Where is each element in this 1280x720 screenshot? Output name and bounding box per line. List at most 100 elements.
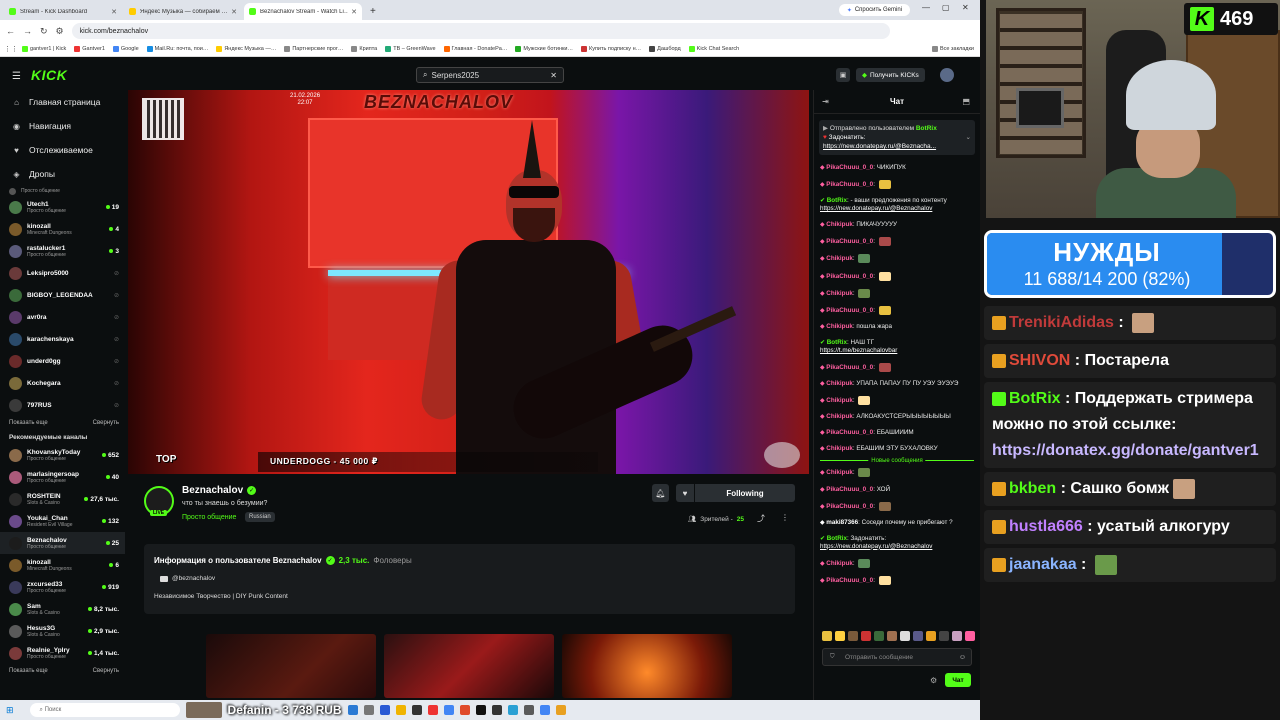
get-kicks-button[interactable]: ◆ Получить KICKs [856,68,925,82]
back-icon[interactable]: ← [6,26,15,36]
telegram-icon[interactable] [507,705,518,715]
chat-username[interactable]: Chikipuk [826,256,853,263]
pinned-link[interactable]: https://new.donatepay.ru/@Beznacha... [823,142,971,151]
chat-username[interactable]: PikaChuuu_0_0 [826,238,873,245]
channel-item[interactable]: Leksipro5000 ⊘ [0,262,125,284]
taskbar-search[interactable]: ⌕ Поиск [29,703,180,717]
emote-icon[interactable] [952,631,962,641]
nav-item[interactable]: ◈ Дропы [0,162,125,186]
chat-username[interactable]: PikaChuuu_0_0 [826,164,873,171]
emote-icon[interactable] [939,631,949,641]
app-icon[interactable] [379,705,390,715]
channel-panel-image[interactable] [206,634,376,698]
chat-username[interactable]: PikaChuuu_0_0 [826,273,873,280]
edge-icon[interactable] [347,705,358,715]
channel-item[interactable]: underd0gg ⊘ [0,350,125,372]
channel-panel-image[interactable] [384,634,554,698]
chat-username[interactable]: Chikipuk [826,221,853,228]
stream-category[interactable]: Просто общение [182,514,236,521]
chat-input[interactable]: ⛉ Отправить сообщение ☺ [822,648,972,666]
bookmark[interactable]: Главная - DonatePa… [443,46,507,52]
channel-item[interactable]: 797RUS ⊘ [0,394,125,416]
show-more-link[interactable]: Показать еще [9,420,48,426]
chat-username[interactable]: Chikipuk [826,323,853,330]
app-icon[interactable] [427,705,438,715]
app-icon[interactable] [475,705,486,715]
channel-item[interactable]: Hesus3G Slots & Casino 2,9 тыс. [0,620,125,642]
chrome-icon[interactable] [539,705,550,715]
youtube-link[interactable]: @beznachalov [160,575,215,582]
chat-send-button[interactable]: Чат [945,673,971,687]
bookmark-folder[interactable]: Партнерские прог… [284,46,343,52]
chat-username[interactable]: Chikipuk [826,290,853,297]
bookmark[interactable]: Дашборд [649,46,681,52]
channel-item[interactable]: Beznachalov Просто общение 25 [0,532,125,554]
avatar[interactable] [940,68,954,82]
tab-beznachalov[interactable]: Beznachalov Stream - Watch Li… ✕ [244,3,362,20]
video-player[interactable]: 21.02.2026 22:07 BEZNACHALOV TOP UNDERDOG… [128,90,809,474]
ask-gemini-button[interactable]: ✦ Спросить Gemini [838,4,910,16]
chat-username[interactable]: PikaChuuu_0_0 [826,503,873,510]
show-more-link[interactable]: Показать еще [9,668,48,674]
chat-username[interactable]: Chikipuk [826,413,853,420]
bookmark[interactable]: Яндекс Музыка —… [216,46,276,52]
chat-username[interactable]: Chikipuk [826,470,853,477]
chat-username[interactable]: maki87366 [826,519,858,526]
channel-item[interactable]: rastalucker1 Просто общение 3 [0,240,125,262]
emote-icon[interactable] [874,631,884,641]
emote-icon[interactable] [965,631,975,641]
bookmark[interactable]: Мужские ботинки… [515,46,573,52]
chevron-down-icon[interactable]: ⌄ [966,133,971,142]
windows-start-icon[interactable]: ⊞ [6,705,14,716]
gear-icon[interactable]: ⚙ [930,676,937,685]
chat-username[interactable]: Chikipuk [826,397,853,404]
chat-link[interactable]: https://t.me/beznachalovbar [820,347,897,354]
bookmark[interactable]: Mail.Ru: почта, пои… [146,46,208,52]
app-icon[interactable] [459,705,470,715]
all-bookmarks[interactable]: Все закладки [931,46,974,52]
folder-icon[interactable] [395,705,406,715]
url-input[interactable]: kick.com/beznachalov [71,23,890,39]
nav-item[interactable]: ♥ Отслеживаемое [0,138,125,162]
studio-icon[interactable]: ▣ [836,68,850,82]
chat-link[interactable]: https://new.donatepay.ru/@Beznachalov [820,205,932,212]
emote-icon[interactable] [887,631,897,641]
tab-kick-dashboard[interactable]: Stream - Kick Dashboard ✕ [4,3,122,20]
emote-icon[interactable] [913,631,923,641]
app-icon[interactable] [411,705,422,715]
emote-icon[interactable] [835,631,845,641]
channel-item[interactable]: Sam Slots & Casino 8,2 тыс. [0,598,125,620]
bookmark[interactable]: gantver1 | Kick [22,46,66,52]
clear-search-icon[interactable]: ✕ [550,71,557,80]
chat-username[interactable]: Chikipuk [826,560,853,567]
bookmark[interactable]: Kick Chat Search [688,46,739,52]
bookmark[interactable]: Gantver1 [74,46,105,52]
app-icon[interactable] [491,705,502,715]
channel-item[interactable]: BIGBOY_LEGENDAA ⊘ [0,284,125,306]
channel-item[interactable]: marlasingersoap Просто общение 40 [0,466,125,488]
following-button[interactable]: Following [695,484,795,502]
collapse-link[interactable]: Свернуть [93,420,119,426]
chat-username[interactable]: PikaChuuu_0_0 [826,181,873,188]
collapse-link[interactable]: Свернуть [93,668,119,674]
chat-username[interactable]: PikaChuuu_0_0 [826,307,873,314]
bookmark[interactable]: TB – GreenWave [385,46,436,52]
share-icon[interactable]: ⤴ [757,513,765,524]
search-input[interactable]: ⌕ Serpens2025 ✕ [416,67,564,83]
channel-item[interactable]: KhovanskyToday Просто общение 652 [0,444,125,466]
chat-link[interactable]: https://new.donatepay.ru/@Beznachalov [820,543,932,550]
chat-username[interactable]: Chikipuk [826,445,853,452]
kick-logo[interactable]: KICK [31,67,67,83]
emote-icon[interactable] [822,631,832,641]
emote-icon[interactable] [926,631,936,641]
channel-item[interactable]: ROSHTEIN Slots & Casino 27,6 тыс. [0,488,125,510]
site-info-icon[interactable]: ⚙ [56,26,64,37]
channel-item[interactable]: zxcursed33 Просто общение 919 [0,576,125,598]
chat-username[interactable]: Chikipuk [826,380,853,387]
bookmark[interactable]: Купить подписку н… [580,46,641,52]
channel-panel-image[interactable] [562,634,732,698]
emote-icon[interactable] [900,631,910,641]
app-icon[interactable] [363,705,374,715]
maximize-icon[interactable]: ▢ [942,3,950,12]
partial-followed-item[interactable]: Просто общение [0,186,125,196]
